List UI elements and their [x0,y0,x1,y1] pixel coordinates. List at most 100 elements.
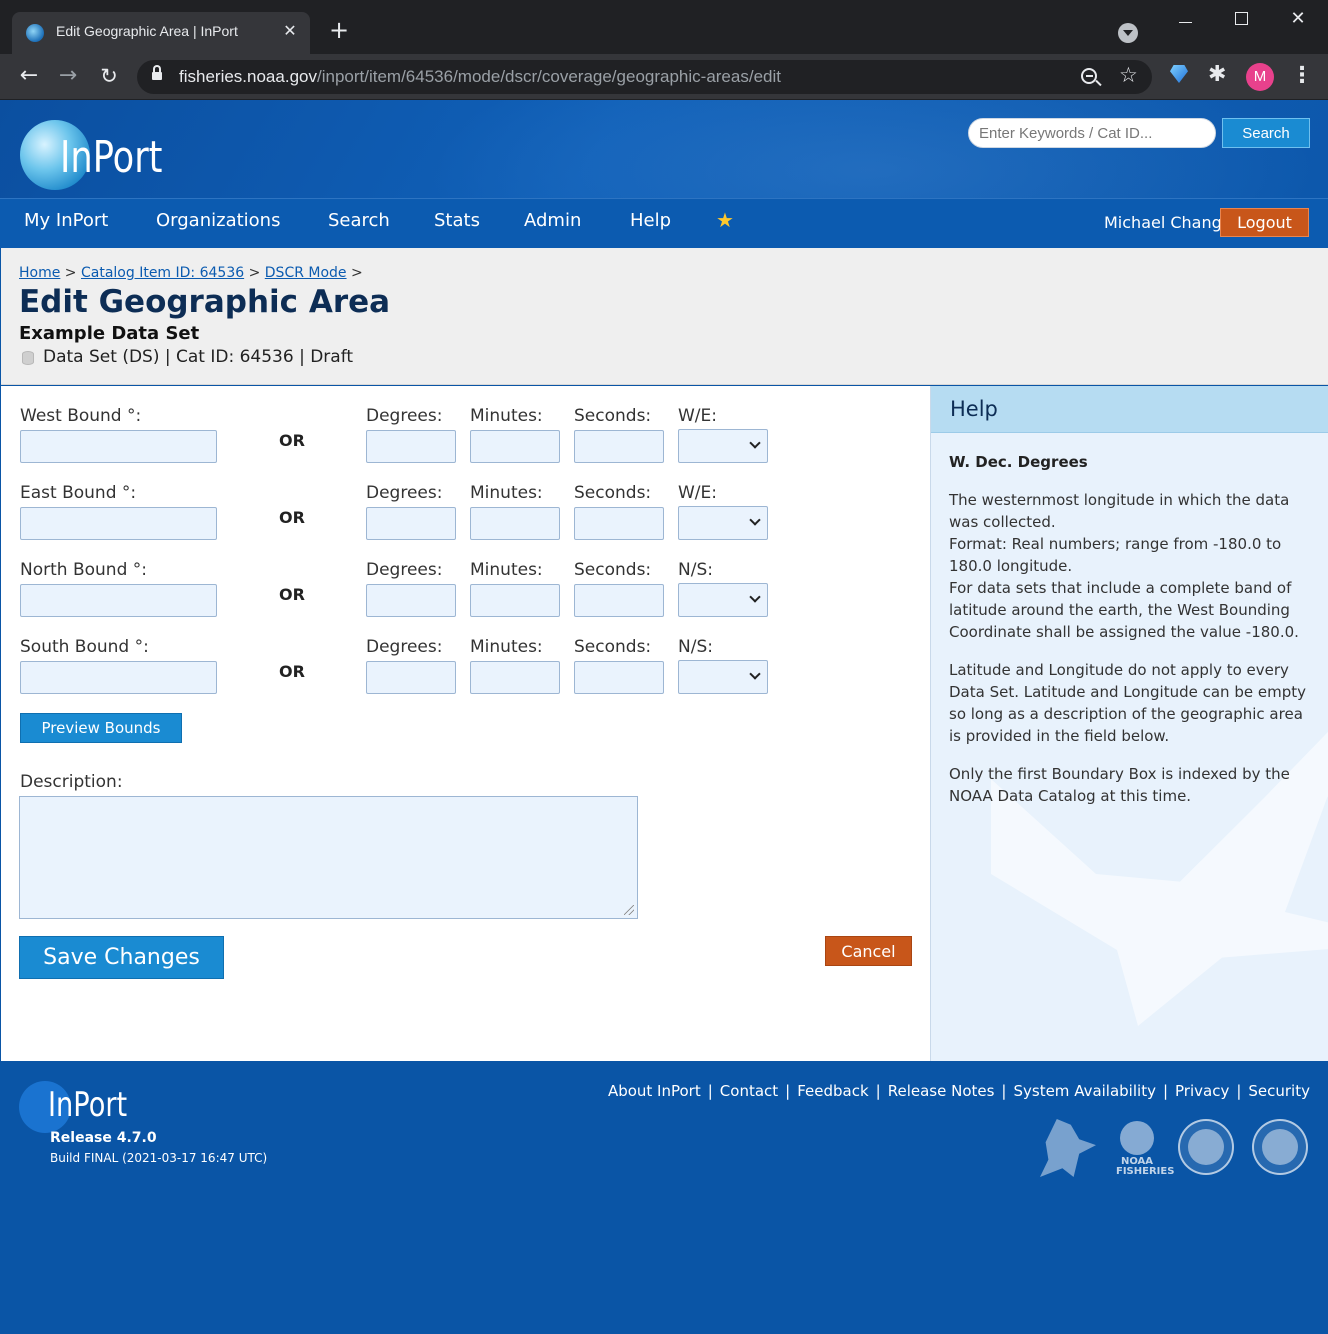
tab-search-chevron-icon[interactable] [1118,23,1138,43]
nav-help[interactable]: Help [630,210,671,231]
or-label: OR [279,662,305,681]
dataset-name: Example Data Set [19,323,200,344]
site-header: InPort Search [0,100,1328,198]
extensions-puzzle-icon[interactable]: ✱ [1208,62,1226,87]
favorites-star-icon[interactable]: ★ [716,208,734,232]
north-minutes-input[interactable] [470,584,560,617]
bookmark-star-icon[interactable]: ☆ [1119,63,1138,87]
reload-icon[interactable]: ↻ [94,62,124,92]
tab-title: Edit Geographic Area | InPort [56,23,238,39]
nav-admin[interactable]: Admin [524,210,581,231]
help-topic: W. Dec. Degrees [949,453,1088,471]
east-direction-select[interactable] [678,506,768,540]
profile-avatar[interactable]: M [1246,63,1274,91]
address-bar[interactable]: fisheries.noaa.gov/inport/item/64536/mod… [137,60,1152,94]
breadcrumb-home[interactable]: Home [19,265,60,281]
breadcrumb-catalog-item[interactable]: Catalog Item ID: 64536 [81,265,244,281]
breadcrumb-separator: > [351,265,363,281]
window-maximize-button[interactable] [1226,8,1256,29]
breadcrumb: Home > Catalog Item ID: 64536 > DSCR Mod… [19,265,363,281]
south-degrees-input[interactable] [366,661,456,694]
east-direction-label: W/E: [678,483,718,503]
south-bound-input[interactable] [20,661,217,694]
browser-tab-active[interactable]: Edit Geographic Area | InPort ✕ [12,12,310,54]
north-bound-input[interactable] [20,584,217,617]
footer-link-privacy[interactable]: Privacy [1175,1082,1229,1100]
gem-extension-icon[interactable] [1170,65,1188,83]
seconds-label: Seconds: [574,406,652,426]
nav-organizations[interactable]: Organizations [156,210,280,231]
footer-link-security[interactable]: Security [1248,1082,1310,1100]
east-seconds-input[interactable] [574,507,664,540]
footer-link-about[interactable]: About InPort [608,1082,701,1100]
nav-my-inport[interactable]: My InPort [24,210,108,231]
tab-close-icon[interactable]: ✕ [280,21,300,43]
north-direction-label: N/S: [678,560,713,580]
footer-link-separator: | [785,1082,791,1100]
inport-logo-text[interactable]: InPort [60,132,162,183]
preview-bounds-button[interactable]: Preview Bounds [20,713,182,743]
south-minutes-input[interactable] [470,661,560,694]
noaa-fisheries-logo-icon[interactable]: NOAA FISHERIES [1116,1121,1174,1177]
build-info: Build FINAL (2021-03-17 16:47 UTC) [50,1151,268,1165]
footer-link-contact[interactable]: Contact [720,1082,778,1100]
west-direction-label: W/E: [678,406,718,426]
west-degrees-input[interactable] [366,430,456,463]
footer-links: About InPort | Contact | Feedback | Release No… [608,1082,1310,1100]
north-direction-select[interactable] [678,583,768,617]
east-bound-input[interactable] [20,507,217,540]
save-changes-button[interactable]: Save Changes [19,936,224,979]
seconds-label: Seconds: [574,560,652,580]
window-close-button[interactable]: ✕ [1283,8,1313,29]
dataset-meta: Data Set (DS) | Cat ID: 64536 | Draft [43,347,354,367]
database-icon [22,351,34,365]
west-bound-label: West Bound °: [20,406,142,426]
site-footer: InPort Release 4.7.0 Build FINAL (2021-0… [0,1061,1328,1334]
fis-logo-icon[interactable] [1040,1119,1096,1177]
east-minutes-input[interactable] [470,507,560,540]
lock-icon[interactable] [152,65,162,82]
nav-stats[interactable]: Stats [434,210,480,231]
window-minimize-button[interactable] [1170,8,1200,27]
zoom-out-icon[interactable] [1081,68,1097,84]
footer-link-feedback[interactable]: Feedback [797,1082,868,1100]
footer-link-system-availability[interactable]: System Availability [1013,1082,1155,1100]
west-bound-input[interactable] [20,430,217,463]
chevron-down-icon [749,668,761,680]
search-button[interactable]: Search [1222,118,1310,148]
description-textarea[interactable] [19,796,638,919]
west-seconds-input[interactable] [574,430,664,463]
chevron-down-icon [749,437,761,449]
description-label: Description: [20,772,123,792]
keyword-search-input[interactable] [968,118,1216,148]
browser-menu-icon[interactable]: ⋮ [1291,62,1313,90]
footer-link-release-notes[interactable]: Release Notes [888,1082,995,1100]
logout-button[interactable]: Logout [1220,208,1309,237]
or-label: OR [279,431,305,450]
forward-arrow-icon[interactable]: → [53,62,83,92]
cancel-button[interactable]: Cancel [825,936,912,966]
north-bound-label: North Bound °: [20,560,147,580]
user-name[interactable]: Michael Chang [1104,213,1222,232]
department-of-commerce-seal-icon[interactable] [1252,1119,1308,1175]
south-bound-label: South Bound °: [20,637,149,657]
nav-search[interactable]: Search [328,210,390,231]
north-seconds-input[interactable] [574,584,664,617]
west-direction-select[interactable] [678,429,768,463]
north-degrees-input[interactable] [366,584,456,617]
south-direction-select[interactable] [678,660,768,694]
east-degrees-input[interactable] [366,507,456,540]
noaa-seal-icon[interactable] [1178,1119,1234,1175]
noaa-fisheries-emblem-icon [1120,1121,1154,1155]
breadcrumb-dscr-mode[interactable]: DSCR Mode [265,265,347,281]
url-text[interactable]: fisheries.noaa.gov/inport/item/64536/mod… [179,67,781,87]
south-seconds-input[interactable] [574,661,664,694]
back-arrow-icon[interactable]: ← [14,62,44,92]
new-tab-button[interactable]: + [326,18,352,42]
degrees-label: Degrees: [366,406,443,426]
help-paragraph: Only the first Boundary Box is indexed b… [949,765,1290,805]
footer-logo-text: InPort [48,1085,128,1125]
west-minutes-input[interactable] [470,430,560,463]
release-version: Release 4.7.0 [50,1130,157,1146]
resize-handle-icon[interactable] [624,905,634,915]
